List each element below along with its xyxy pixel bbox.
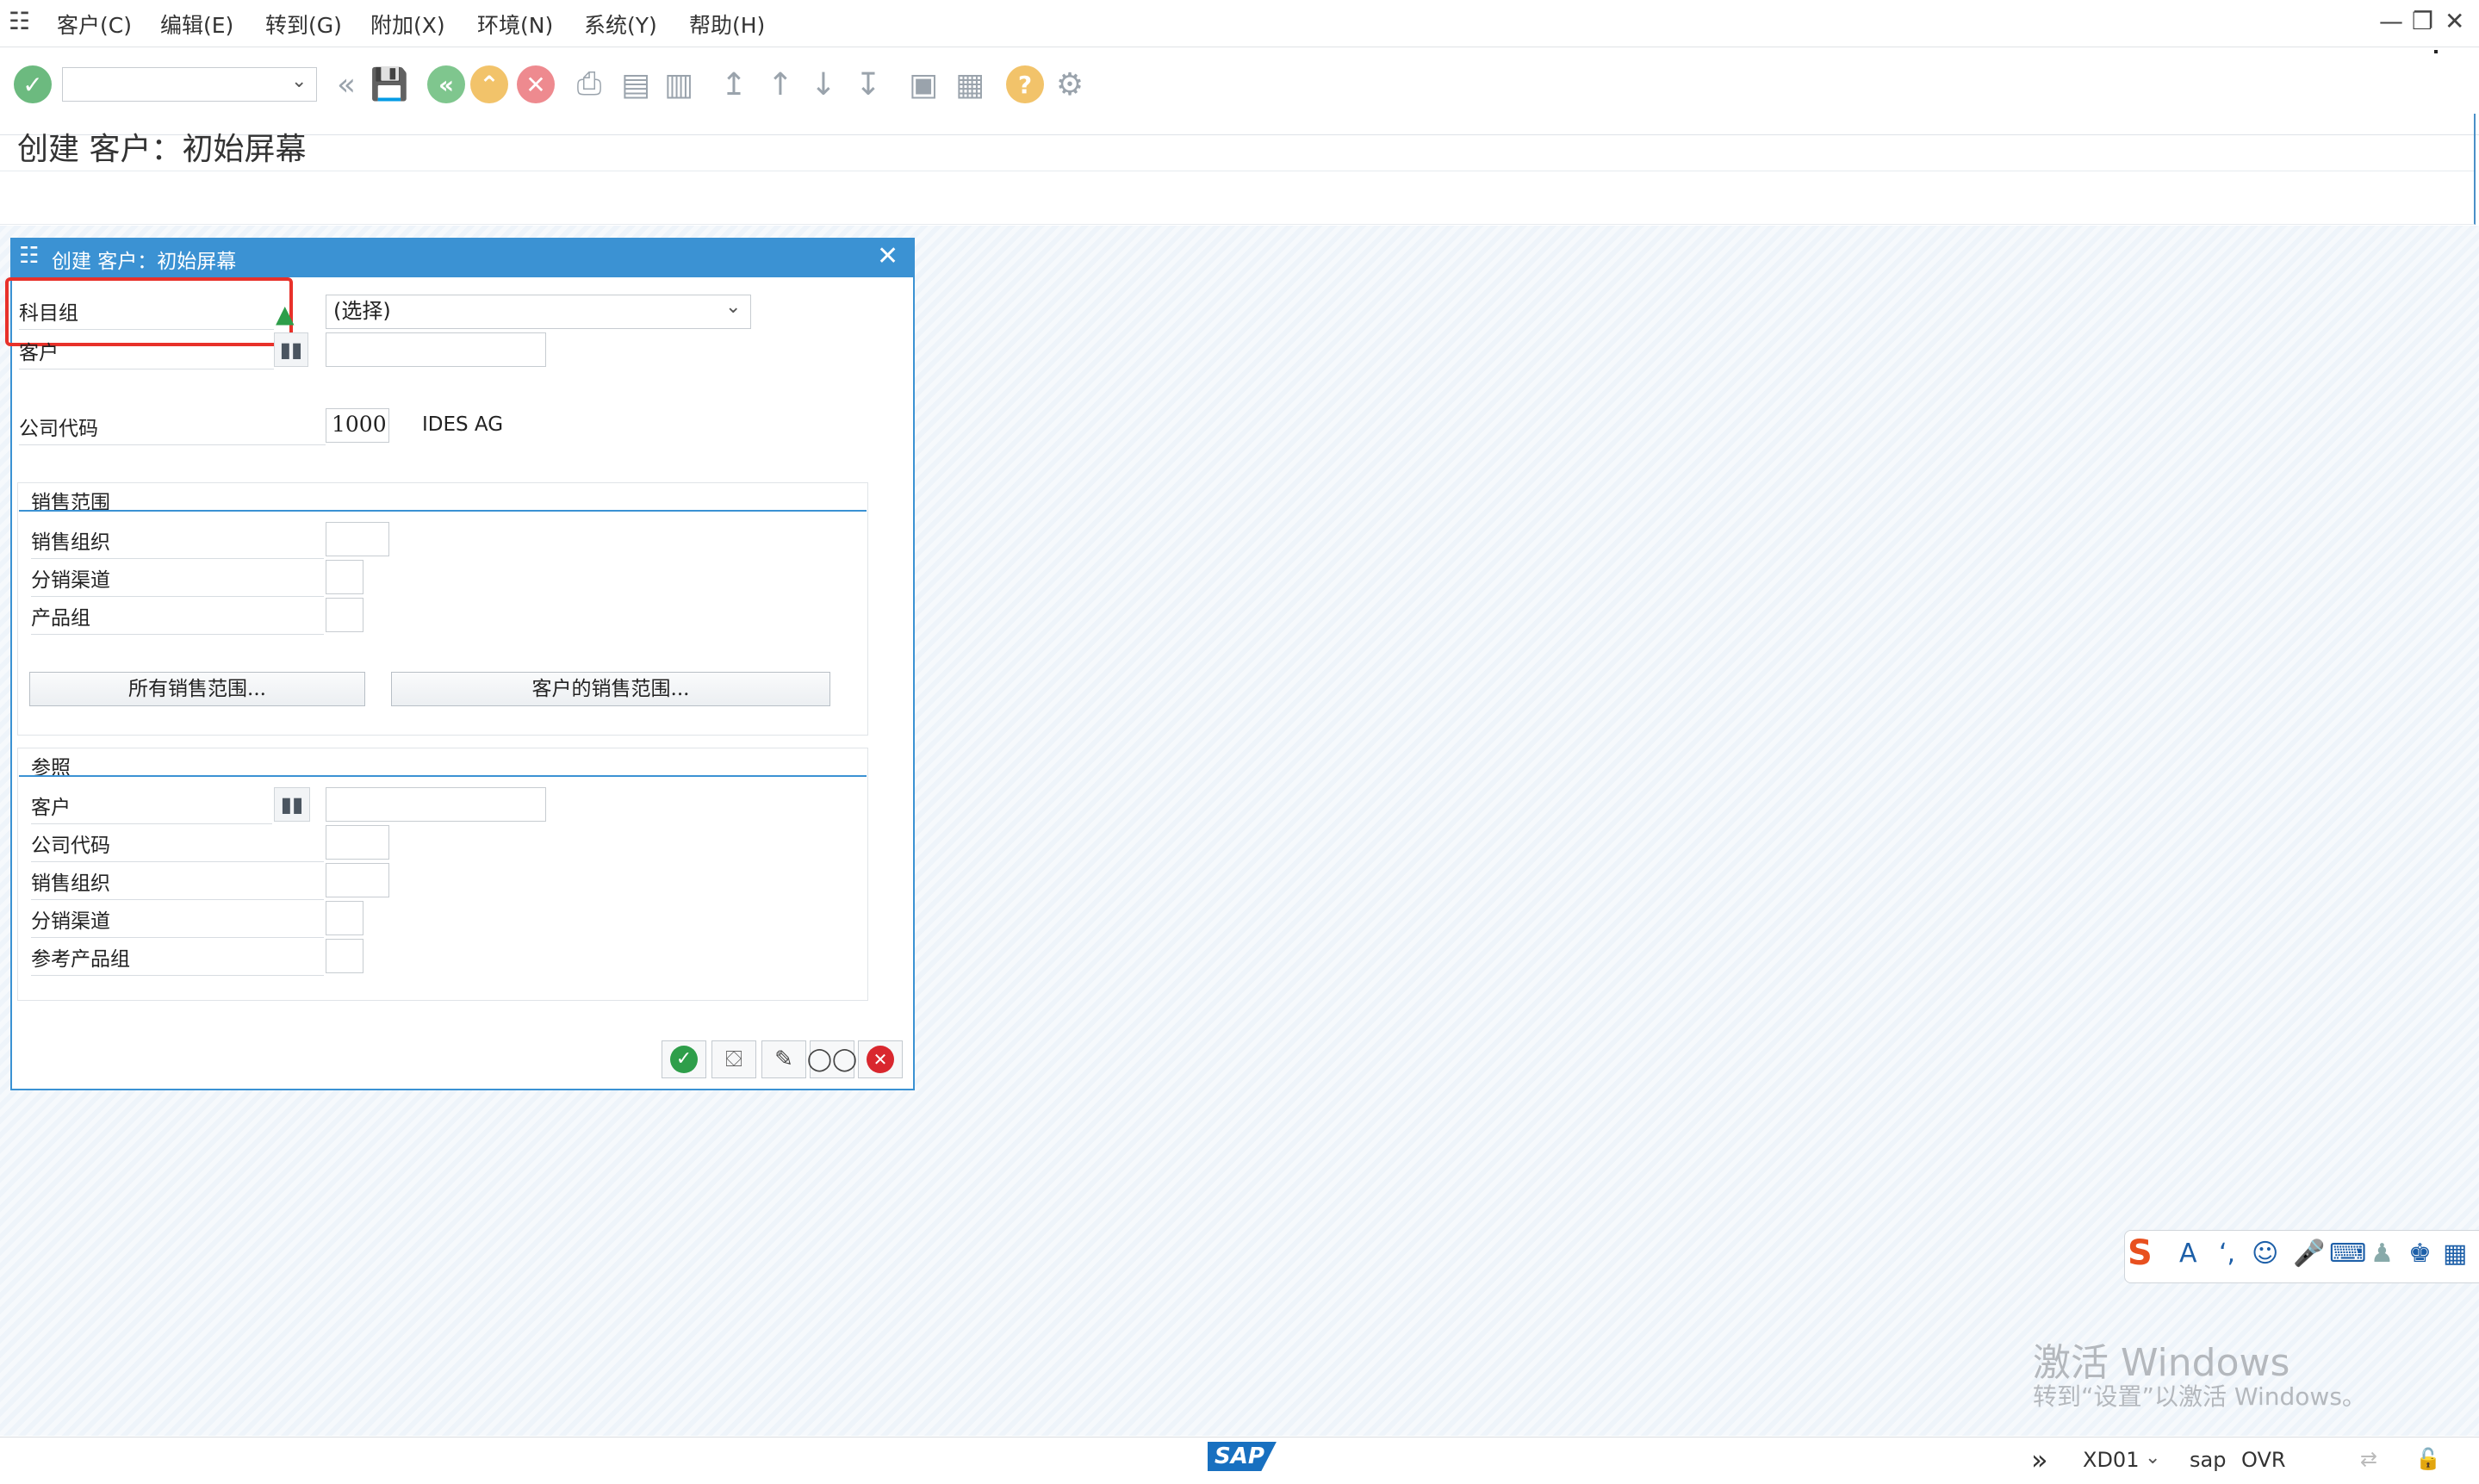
help-icon[interactable]: ? — [1006, 65, 1044, 103]
ref-sales-org-input[interactable] — [326, 863, 389, 897]
transaction-code: XD01 — [2083, 1448, 2140, 1472]
application-toolbar — [0, 171, 2476, 225]
menu-customer[interactable]: 客户(C) — [57, 9, 132, 40]
dialog-title: 创建 客户：初始屏幕 — [52, 251, 237, 273]
check-icon: ✓ — [670, 1046, 698, 1073]
ref-division-label: 参考产品组 — [31, 942, 324, 976]
division-input[interactable] — [326, 598, 363, 632]
system-name: sap — [2190, 1448, 2227, 1472]
back-icon[interactable]: « — [427, 65, 465, 103]
all-sales-areas-button[interactable]: 所有销售范围... — [29, 672, 365, 706]
ref-sales-org-label: 销售组织 — [31, 866, 324, 900]
first-page-icon[interactable]: ↥ — [715, 65, 753, 103]
dialog-cancel-button[interactable]: ✕ — [858, 1040, 903, 1078]
restore-button[interactable]: ❐ — [2412, 7, 2433, 35]
transport-icon: ⛋ — [725, 1046, 742, 1072]
reference-divider — [19, 775, 867, 777]
distribution-channel-input[interactable] — [326, 560, 363, 594]
menu-goto[interactable]: 转到(G) — [265, 9, 342, 40]
insert-mode: OVR — [2241, 1448, 2286, 1472]
menu-extras[interactable]: 附加(X) — [370, 9, 445, 40]
dialog-check-button[interactable]: ✓ — [662, 1040, 706, 1078]
save-icon[interactable]: 💾 — [370, 65, 409, 103]
ref-distribution-channel-label: 分销渠道 — [31, 904, 324, 938]
toolbar-dot — [2434, 50, 2438, 53]
division-label: 产品组 — [31, 601, 324, 635]
ime-menu-icon[interactable]: ▦ — [2443, 1239, 2467, 1269]
company-code-description: IDES AG — [422, 413, 504, 436]
next-page-icon[interactable]: ↓ — [805, 65, 842, 103]
command-field-dropdown-icon[interactable]: ⌄ — [291, 71, 307, 92]
display-icon: ◯◯ — [806, 1046, 858, 1072]
activation-watermark-subtitle: 转到“设置”以激活 Windows。 — [2033, 1382, 2366, 1411]
sales-area-divider — [19, 510, 867, 512]
enter-icon[interactable]: ✓ — [14, 65, 52, 103]
ime-user-icon[interactable]: ♟ — [2370, 1239, 2394, 1269]
new-session-icon[interactable]: ▣ — [904, 65, 942, 103]
distribution-channel-label: 分销渠道 — [31, 563, 324, 597]
sales-org-input[interactable] — [326, 522, 389, 556]
lock-icon: 🔓 — [2415, 1447, 2441, 1471]
close-window-button[interactable]: ✕ — [2445, 7, 2464, 35]
company-code-label: 公司代码 — [19, 412, 326, 445]
ref-customer-input[interactable] — [326, 787, 546, 822]
ref-customer-search-icon[interactable]: ▮▮ — [274, 787, 310, 822]
ime-keyboard-icon[interactable]: ⌨ — [2329, 1239, 2366, 1269]
ref-division-input[interactable] — [326, 939, 363, 973]
dialog-header: ☷ 创建 客户：初始屏幕 ✕ — [10, 238, 915, 277]
ime-punctuation-icon[interactable]: ‘, — [2219, 1239, 2235, 1269]
shortcut-icon[interactable]: ▦ — [951, 65, 989, 103]
exit-icon[interactable]: ⌃ — [470, 65, 508, 103]
ref-company-code-input[interactable] — [326, 825, 389, 860]
account-group-select[interactable]: (选择) — [326, 295, 751, 329]
edit-icon: ✎ — [774, 1046, 793, 1072]
menu-help[interactable]: 帮助(H) — [689, 9, 765, 40]
sales-org-label: 销售组织 — [31, 525, 324, 559]
menu-environment[interactable]: 环境(N) — [477, 9, 553, 40]
cancel-icon[interactable]: ✕ — [517, 65, 555, 103]
menu-edit[interactable]: 编辑(E) — [160, 9, 233, 40]
customer-sales-areas-button[interactable]: 客户的销售范围... — [391, 672, 830, 706]
page-title: 创建 客户：初始屏幕 — [17, 132, 307, 167]
ime-language-icon[interactable]: A — [2179, 1239, 2197, 1269]
dialog-edit-button[interactable]: ✎ — [761, 1040, 806, 1078]
title-area — [0, 114, 2476, 171]
customer-label: 客户 — [19, 336, 274, 369]
required-entry-icon: ▲ — [276, 300, 295, 328]
ime-voice-icon[interactable]: 🎤 — [2293, 1239, 2325, 1269]
system-menu-icon[interactable]: ☷ — [9, 7, 30, 35]
ref-company-code-label: 公司代码 — [31, 829, 324, 862]
back-double-icon[interactable]: « — [327, 65, 365, 103]
ime-skin-icon[interactable]: ♚ — [2408, 1239, 2432, 1269]
session-dropdown-icon[interactable]: ⌄ — [2145, 1447, 2160, 1468]
customer-input[interactable] — [326, 332, 546, 367]
ime-logo-icon[interactable]: S — [2128, 1233, 2153, 1273]
command-field[interactable] — [62, 67, 317, 102]
dialog-close-icon[interactable]: ✕ — [877, 241, 898, 271]
ref-customer-label: 客户 — [31, 791, 272, 824]
find-next-icon[interactable]: ▥ — [660, 65, 698, 103]
previous-page-icon[interactable]: ↑ — [761, 65, 799, 103]
customer-search-icon[interactable]: ▮▮ — [274, 332, 308, 367]
dialog-transport-button[interactable]: ⛋ — [711, 1040, 756, 1078]
dialog-display-button[interactable]: ◯◯ — [806, 1040, 858, 1078]
find-icon[interactable]: ▤ — [617, 65, 655, 103]
connection-icon: ⇄ — [2360, 1447, 2378, 1471]
ref-distribution-channel-input[interactable] — [326, 901, 363, 935]
last-page-icon[interactable]: ↧ — [849, 65, 887, 103]
minimize-button[interactable]: — — [2379, 7, 2403, 35]
dialog-window-icon: ☷ — [19, 243, 40, 269]
settings-icon[interactable]: ⚙ — [1051, 65, 1089, 103]
company-code-input[interactable]: 1000 — [326, 408, 389, 443]
print-icon[interactable]: ⎙ — [570, 65, 608, 103]
status-expand-icon[interactable]: » — [2031, 1444, 2048, 1476]
cancel-icon: ✕ — [867, 1046, 894, 1073]
ime-emoji-icon[interactable]: ☺ — [2252, 1239, 2278, 1269]
menu-bar: ☷ 客户(C) 编辑(E) 转到(G) 附加(X) 环境(N) 系统(Y) 帮助… — [0, 0, 2479, 47]
menu-system[interactable]: 系统(Y) — [584, 9, 657, 40]
account-group-dropdown-icon[interactable]: ⌄ — [725, 296, 741, 318]
